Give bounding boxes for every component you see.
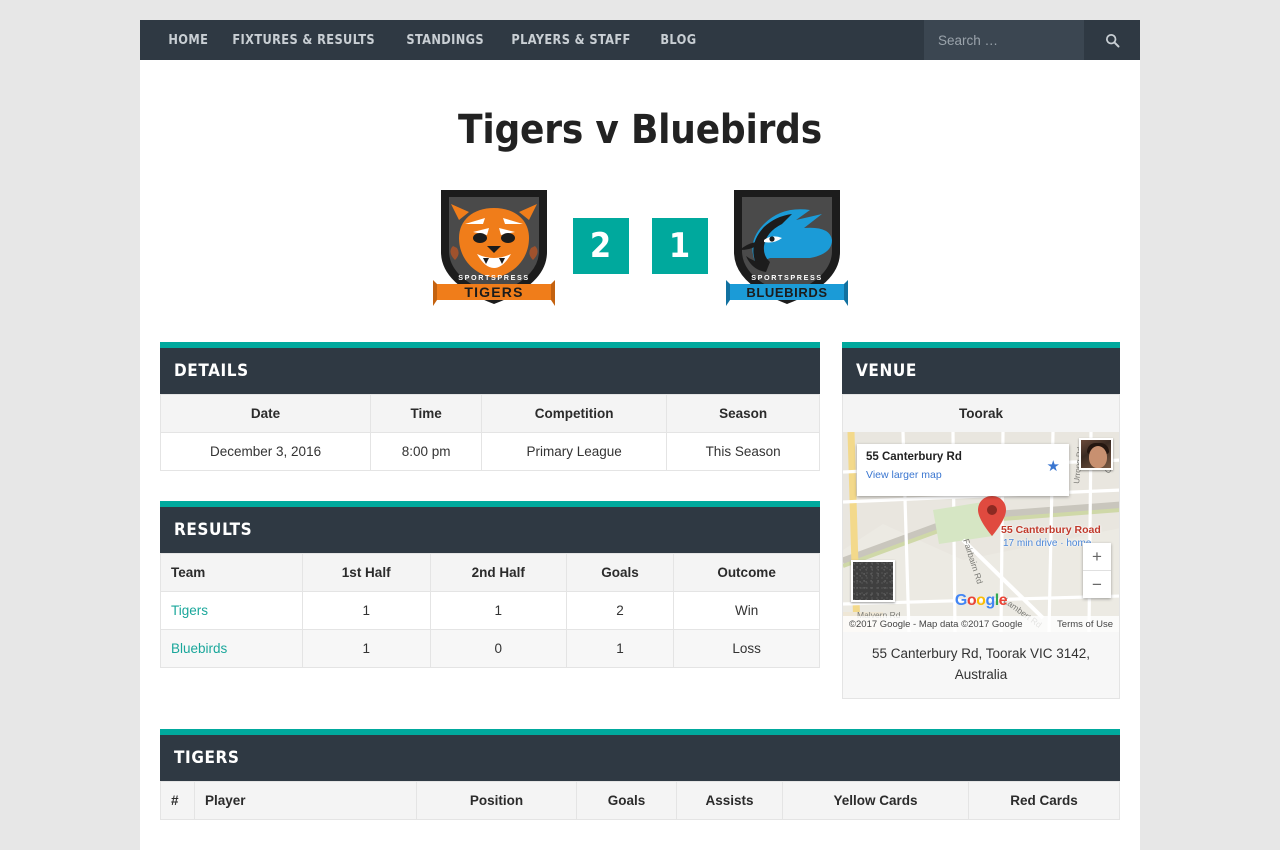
away-score: 1 (651, 218, 708, 274)
tigers-crest-banner: TIGERS (464, 284, 523, 300)
results-col-outcome: Outcome (673, 553, 820, 592)
results-heading: RESULTS (160, 507, 820, 553)
nav-item-players-staff[interactable]: PLAYERS & STAFF (501, 20, 641, 60)
results-header-row: Team 1st Half 2nd Half Goals Outcome (160, 553, 820, 592)
bluebirds-crest-arc: SPORTSPRESS (751, 273, 823, 282)
details-col-time: Time (370, 394, 483, 433)
roster-panel: TIGERS # Player Position Goals Assists Y… (160, 728, 1120, 820)
roster-col-goals: Goals (576, 780, 677, 820)
roster-col-position: Position (416, 780, 577, 820)
site-content: HOME FIXTURES & RESULTS STANDINGS PLAYER… (140, 20, 1140, 850)
google-logo-letter: g (985, 592, 995, 609)
results-cell-team: Tigers (160, 591, 303, 630)
venue-panel: VENUE Toorak Urrong Fairbairn Rd Lambert… (842, 342, 1120, 699)
map-copyright: ©2017 Google - Map data ©2017 Google (849, 618, 1023, 630)
team-link-tigers[interactable]: Tigers (171, 603, 208, 618)
results-table: Team 1st Half 2nd Half Goals Outcome Tig… (160, 553, 820, 668)
details-value-competition: Primary League (481, 432, 668, 471)
roster-wrapper: TIGERS # Player Position Goals Assists Y… (140, 728, 1140, 820)
results-cell-first-half: 1 (301, 629, 431, 668)
google-logo-letter: e (998, 592, 1008, 609)
details-value-season: This Season (666, 432, 820, 471)
roster-col-number: # (160, 780, 195, 820)
main-column: DETAILS Date Time Competition Season Dec… (159, 342, 820, 698)
tigers-crest[interactable]: SPORTSPRESS TIGERS (432, 180, 555, 312)
details-value-time: 8:00 pm (370, 432, 483, 471)
venue-name: Toorak (842, 394, 1120, 432)
results-cell-second-half: 0 (429, 629, 567, 668)
details-col-competition: Competition (481, 394, 668, 433)
roster-heading: TIGERS (160, 734, 1120, 781)
map-zoom-controls: + − (1083, 543, 1111, 598)
roster-table: # Player Position Goals Assists Yellow C… (160, 780, 1120, 820)
nav-item-fixtures-results[interactable]: FIXTURES & RESULTS (222, 20, 385, 60)
search-form (924, 20, 1140, 60)
table-row: Tigers 1 1 2 Win (160, 591, 820, 630)
streetview-thumbnail[interactable] (851, 560, 895, 602)
table-row: Bluebirds 1 0 1 Loss (160, 629, 820, 668)
roster-col-red-cards: Red Cards (968, 780, 1120, 820)
results-cell-outcome: Loss (673, 629, 820, 668)
details-row: December 3, 2016 8:00 pm Primary League … (159, 432, 820, 471)
results-col-second-half: 2nd Half (429, 553, 567, 592)
google-logo: Google (954, 592, 1008, 610)
team-link-bluebirds[interactable]: Bluebirds (171, 641, 227, 656)
results-cell-team: Bluebirds (160, 629, 303, 668)
zoom-out-button[interactable]: − (1083, 571, 1111, 598)
view-larger-map-link[interactable]: View larger map (866, 469, 1060, 481)
details-col-date: Date (159, 394, 372, 433)
results-panel: RESULTS Team 1st Half 2nd Half Goals Out… (160, 501, 820, 668)
bluebirds-crest-banner: BLUEBIRDS (746, 285, 827, 300)
details-value-date: December 3, 2016 (159, 432, 372, 471)
results-cell-outcome: Win (673, 591, 820, 630)
venue-map[interactable]: Ira ss fl Urrong Rd Cr Fairbairn Rd Lamb… (842, 432, 1120, 632)
details-panel: DETAILS Date Time Competition Season Dec… (159, 342, 820, 471)
home-score: 2 (572, 218, 629, 274)
roster-col-assists: Assists (676, 780, 783, 820)
bluebirds-crest[interactable]: SPORTSPRESS BLUEBIRDS (725, 180, 848, 312)
google-logo-letter: o (966, 592, 977, 609)
side-column: VENUE Toorak Urrong Fairbairn Rd Lambert… (842, 342, 1120, 729)
google-logo-letter: o (976, 592, 986, 609)
details-table: Date Time Competition Season December 3,… (159, 394, 820, 471)
details-heading: DETAILS (160, 348, 820, 394)
search-submit-button[interactable] (1084, 20, 1140, 60)
venue-address: 55 Canterbury Rd, Toorak VIC 3142, Austr… (842, 632, 1120, 699)
scoreboard: SPORTSPRESS TIGERS 2 1 SPORTSPRESS BLUEB… (140, 152, 1140, 306)
star-icon[interactable]: ★ (1047, 459, 1060, 474)
results-cell-first-half: 1 (301, 591, 431, 630)
map-marker-label: 55 Canterbury Road (1001, 524, 1101, 536)
nav-item-blog[interactable]: BLOG (650, 20, 707, 60)
zoom-in-button[interactable]: + (1083, 543, 1111, 570)
roster-col-yellow-cards: Yellow Cards (782, 780, 969, 820)
nav-item-home[interactable]: HOME (158, 20, 219, 60)
details-col-season: Season (666, 394, 820, 433)
roster-header-row: # Player Position Goals Assists Yellow C… (160, 780, 1120, 820)
results-cell-goals: 2 (565, 591, 675, 630)
search-input[interactable] (924, 20, 1084, 60)
terms-of-use-link[interactable]: Terms of Use (1057, 619, 1113, 630)
avatar-face (1089, 446, 1107, 468)
map-attribution-bar: ©2017 Google - Map data ©2017 Google Ter… (843, 616, 1119, 632)
main-navigation: HOME FIXTURES & RESULTS STANDINGS PLAYER… (140, 20, 1140, 60)
nav-menu: HOME FIXTURES & RESULTS STANDINGS PLAYER… (140, 20, 710, 60)
results-col-team: Team (160, 553, 303, 592)
content-area: DETAILS Date Time Competition Season Dec… (140, 302, 1140, 729)
results-cell-goals: 1 (565, 629, 675, 668)
roster-col-player: Player (194, 780, 417, 820)
map-card-title: 55 Canterbury Rd (866, 451, 962, 463)
map-info-card[interactable]: 55 Canterbury Rd View larger map ★ (857, 444, 1069, 496)
search-icon (1105, 33, 1119, 47)
profile-thumbnail[interactable] (1079, 438, 1113, 470)
venue-heading: VENUE (842, 348, 1120, 394)
google-logo-letter: G (954, 592, 967, 609)
page-title: Tigers v Bluebirds (458, 107, 822, 153)
results-cell-second-half: 1 (429, 591, 567, 630)
results-col-goals: Goals (565, 553, 675, 592)
tigers-crest-arc: SPORTSPRESS (458, 273, 530, 282)
map-marker-sublabel[interactable]: 17 min drive · home (1003, 538, 1091, 549)
results-col-first-half: 1st Half (301, 553, 431, 592)
details-header-row: Date Time Competition Season (159, 394, 820, 433)
nav-item-standings[interactable]: STANDINGS (396, 20, 494, 60)
